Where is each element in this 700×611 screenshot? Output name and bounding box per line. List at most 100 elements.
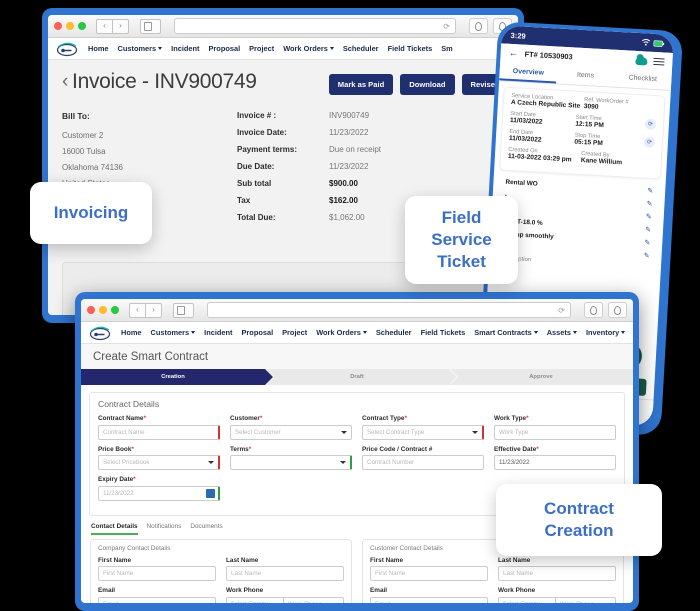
phone-tab-overview[interactable]: Overview: [499, 62, 558, 84]
address-bar[interactable]: ⟳: [207, 302, 571, 318]
nav-item-home[interactable]: Home: [88, 44, 109, 53]
input-terms[interactable]: [230, 455, 352, 470]
input-email[interactable]: Email: [370, 596, 488, 603]
input-contract-type[interactable]: Select Contract Type: [362, 424, 484, 440]
phone-tab-checklist[interactable]: Checklist: [614, 69, 672, 90]
nav-item-incident[interactable]: Incident: [171, 44, 199, 53]
nav-item-label: Inventory: [585, 328, 620, 337]
maximize-icon[interactable]: [111, 306, 119, 314]
nav-item-sm[interactable]: Sm: [441, 44, 453, 53]
nav-item-smart-contracts[interactable]: Smart Contracts: [474, 328, 538, 337]
step-draft[interactable]: Draft: [265, 369, 458, 385]
browser-history-nav[interactable]: ‹ ›: [129, 302, 162, 318]
edit-icon[interactable]: ✎: [644, 251, 650, 259]
back-arrow-icon[interactable]: ←: [508, 48, 519, 60]
nav-item-project[interactable]: Project: [249, 44, 274, 53]
share-icon[interactable]: [584, 302, 603, 318]
forward-icon[interactable]: ›: [146, 302, 162, 318]
reload-icon[interactable]: ⟳: [558, 306, 565, 315]
back-chevron-icon[interactable]: ‹: [62, 71, 68, 93]
sidebar-toggle-icon[interactable]: [140, 18, 161, 34]
nav-item-scheduler[interactable]: Scheduler: [376, 328, 412, 337]
input-first-name[interactable]: First Name: [370, 566, 488, 581]
nav-item-customers[interactable]: Customers: [151, 328, 196, 337]
window-traffic-lights[interactable]: [54, 22, 86, 30]
invoice-action-buttons[interactable]: Mark as Paid Download Revise: [328, 70, 504, 95]
nav-item-incident[interactable]: Incident: [204, 328, 232, 337]
chevron-down-icon[interactable]: [274, 602, 280, 603]
nav-item-inventory[interactable]: Inventory: [585, 328, 626, 337]
tab-documents[interactable]: Documents: [190, 523, 222, 535]
edit-icon[interactable]: ✎: [647, 186, 653, 194]
browser-history-nav[interactable]: ‹ ›: [96, 18, 129, 34]
window-traffic-lights[interactable]: [87, 306, 119, 314]
chevron-down-icon[interactable]: [472, 430, 478, 434]
history-icon[interactable]: ⟳: [643, 136, 656, 149]
nav-item-home[interactable]: Home: [121, 328, 142, 337]
tabs-icon[interactable]: [608, 302, 627, 318]
input-price-book[interactable]: Select Pricebook: [98, 455, 220, 470]
input-effective-date[interactable]: 11/23/2022: [494, 455, 616, 470]
chevron-down-icon[interactable]: [546, 602, 552, 603]
input-work-type[interactable]: Work Type: [494, 424, 616, 440]
nav-item-assets[interactable]: Assets: [547, 328, 577, 337]
chevron-down-icon[interactable]: [341, 430, 347, 434]
input-price-code-contract[interactable]: Contract Number: [362, 455, 484, 470]
history-icon[interactable]: ⟳: [644, 118, 657, 131]
share-icon[interactable]: [469, 18, 488, 34]
calendar-icon[interactable]: [206, 488, 215, 498]
nav-item-work-orders[interactable]: Work Orders: [316, 328, 367, 337]
step-creation[interactable]: Creation: [81, 369, 274, 385]
edit-icon[interactable]: ✎: [644, 238, 650, 246]
forward-icon[interactable]: ›: [113, 18, 129, 34]
input-contract-name[interactable]: Contract Name: [98, 424, 220, 440]
address-bar[interactable]: ⟳: [174, 18, 456, 34]
country-select[interactable]: Select Country: [226, 596, 284, 603]
chevron-down-icon[interactable]: [340, 461, 346, 464]
invoice-app-navbar[interactable]: Home Customers Incident Proposal Project Work…: [48, 38, 518, 60]
nav-item-customers[interactable]: Customers: [118, 44, 163, 53]
tab-notifications[interactable]: Notifications: [147, 523, 182, 535]
invoice-action-download[interactable]: Download: [400, 74, 455, 95]
reload-icon[interactable]: ⟳: [443, 22, 450, 31]
tab-contact-details[interactable]: Contact Details: [91, 523, 138, 535]
input-first-name[interactable]: First Name: [98, 566, 216, 581]
nav-item-proposal[interactable]: Proposal: [209, 44, 241, 53]
back-icon[interactable]: ‹: [96, 18, 113, 34]
invoice-action-mark-as-paid[interactable]: Mark as Paid: [328, 74, 394, 95]
nav-item-project[interactable]: Project: [282, 328, 307, 337]
nav-item-field-tickets[interactable]: Field Tickets: [421, 328, 466, 337]
step-approve[interactable]: Approve: [449, 369, 633, 385]
nav-item-work-orders[interactable]: Work Orders: [283, 44, 334, 53]
nav-item-label: Project: [249, 44, 275, 53]
back-icon[interactable]: ‹: [129, 302, 146, 318]
maximize-icon[interactable]: [78, 22, 86, 30]
phone-tab-items[interactable]: Items: [556, 66, 614, 87]
edit-icon[interactable]: ✎: [646, 212, 652, 220]
nav-item-field-tickets[interactable]: Field Tickets: [388, 44, 433, 53]
input-last-name[interactable]: Last Name: [498, 566, 616, 581]
chevron-down-icon[interactable]: [208, 461, 214, 464]
input-customer[interactable]: Select Customer: [230, 424, 352, 440]
close-icon[interactable]: [87, 306, 95, 314]
input-email[interactable]: Email: [98, 596, 216, 603]
contract-stepper[interactable]: Creation Draft Approve: [81, 369, 633, 385]
close-icon[interactable]: [54, 22, 62, 30]
input-expiry-date[interactable]: 11/23/2022: [98, 485, 220, 501]
phone-header-actions[interactable]: [635, 56, 665, 66]
minimize-icon[interactable]: [99, 306, 107, 314]
minimize-icon[interactable]: [66, 22, 74, 30]
country-select[interactable]: Select Country: [498, 596, 556, 603]
sidebar-toggle-icon[interactable]: [173, 302, 194, 318]
contract-app-navbar[interactable]: Home Customers Incident Proposal Project Work…: [81, 322, 633, 344]
cloud-sync-icon[interactable]: [635, 56, 648, 66]
input-work-phone[interactable]: Work Phone: [556, 596, 616, 603]
menu-icon[interactable]: [653, 57, 665, 66]
input-work-phone[interactable]: Work Phone: [284, 596, 344, 603]
edit-icon[interactable]: ✎: [645, 225, 651, 233]
nav-item-scheduler[interactable]: Scheduler: [343, 44, 379, 53]
nav-item-proposal[interactable]: Proposal: [242, 328, 274, 337]
nav-item-label: Work Orders: [283, 44, 328, 53]
input-last-name[interactable]: Last Name: [226, 566, 344, 581]
edit-icon[interactable]: ✎: [646, 199, 652, 207]
